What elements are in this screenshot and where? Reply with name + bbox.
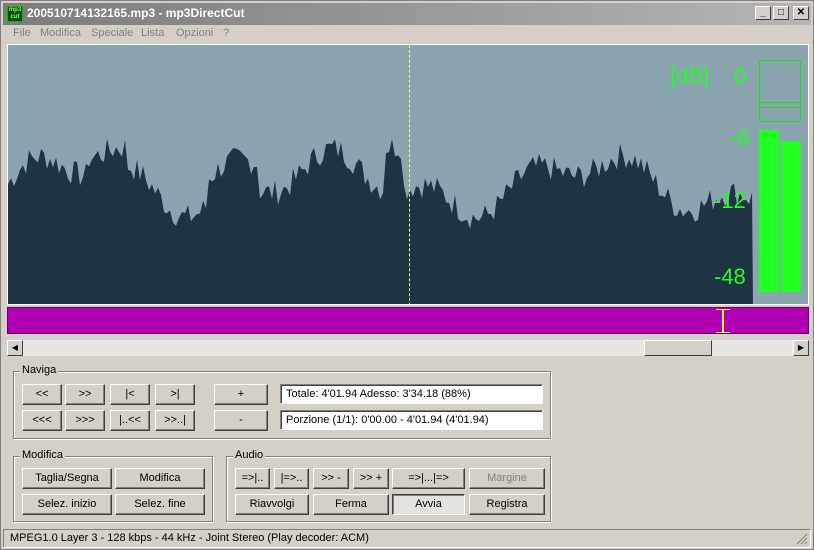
- record-button[interactable]: Registra: [469, 494, 545, 515]
- db-unit-label: [dB]: [670, 63, 710, 88]
- close-button[interactable]: ✕: [793, 6, 809, 20]
- status-text: MPEG1.0 Layer 3 - 128 kbps - 44 kHz - Jo…: [10, 532, 369, 544]
- nav-forward-button[interactable]: >>: [65, 384, 105, 405]
- nav-end-button[interactable]: >|: [155, 384, 195, 405]
- scroll-left-icon[interactable]: ◀: [7, 340, 23, 356]
- menu-bar: File Modifica Speciale Lista Opzioni ?: [3, 25, 811, 43]
- peak-box: [759, 60, 801, 108]
- level-meter-right: [781, 141, 801, 292]
- portion-field: Porzione (1/1): 0'00.00 - 4'01.94 (4'01.…: [280, 410, 543, 430]
- status-bar: MPEG1.0 Layer 3 - 128 kbps - 44 kHz - Jo…: [3, 529, 811, 548]
- scroll-right-icon[interactable]: ▶: [793, 340, 809, 356]
- zoom-out-button[interactable]: -: [214, 410, 268, 431]
- audio-group: Audio =>|.. |=>.. >> - >> + =>|...|=> Ma…: [226, 449, 551, 522]
- menu-file[interactable]: File: [13, 27, 31, 39]
- minimize-button[interactable]: _: [755, 6, 771, 20]
- speed-down-button[interactable]: >> -: [313, 468, 349, 489]
- cut-button[interactable]: Taglia/Segna: [22, 468, 112, 489]
- modifica-label: Modifica: [20, 449, 65, 461]
- app-icon: mp3 cut: [7, 6, 23, 22]
- selection-marker[interactable]: [716, 309, 730, 333]
- play-selection-button[interactable]: =>|...|=>: [392, 468, 465, 489]
- stop-button[interactable]: Ferma: [313, 494, 389, 515]
- waveform-shape: [8, 138, 753, 304]
- nav-start-button[interactable]: |<: [110, 384, 150, 405]
- db-12-label: -12: [714, 188, 746, 213]
- level-meter-left: [759, 130, 779, 292]
- audio-label: Audio: [233, 449, 266, 461]
- maximize-button[interactable]: □: [773, 6, 789, 20]
- db-48-label: -48: [714, 264, 746, 289]
- menu-speciale[interactable]: Speciale: [91, 27, 133, 39]
- select-start-button[interactable]: Selez. inizio: [22, 494, 112, 515]
- title-bar[interactable]: mp3 cut 200510714132165.mp3 - mp3DirectC…: [3, 3, 811, 25]
- db-6-label: -6: [730, 125, 750, 150]
- zoom-in-button[interactable]: +: [214, 384, 268, 405]
- play-to-cut-button[interactable]: |=>..: [274, 468, 309, 489]
- rewind-button[interactable]: Riavvolgi: [235, 494, 309, 515]
- select-end-button[interactable]: Selez. fine: [115, 494, 205, 515]
- scroll-thumb[interactable]: [644, 340, 712, 356]
- selection-bar[interactable]: [7, 307, 809, 334]
- margin-button[interactable]: Margine: [469, 468, 545, 489]
- menu-modifica[interactable]: Modifica: [40, 27, 81, 39]
- main-window: mp3 cut 200510714132165.mp3 - mp3DirectC…: [0, 0, 814, 550]
- horizontal-scrollbar[interactable]: ◀ ▶: [7, 340, 809, 356]
- modifica-group: Modifica Taglia/Segna Modifica Selez. in…: [13, 449, 213, 522]
- naviga-label: Naviga: [20, 364, 59, 376]
- db-0-label: 0: [734, 63, 747, 88]
- nav-sel-start-button[interactable]: |..<<: [110, 410, 150, 431]
- total-time-field: Totale: 4'01.94 Adesso: 3'34.18 (88%): [280, 384, 543, 404]
- resize-grip-icon[interactable]: [796, 533, 808, 545]
- menu-opzioni[interactable]: Opzioni: [176, 27, 213, 39]
- edit-button[interactable]: Modifica: [115, 468, 205, 489]
- play-button[interactable]: Avvia: [392, 494, 465, 515]
- speed-up-button[interactable]: >> +: [353, 468, 389, 489]
- playback-cursor: [409, 45, 410, 304]
- nav-fast-forward-button[interactable]: >>>: [65, 410, 105, 431]
- menu-help[interactable]: ?: [223, 27, 229, 39]
- peak-box-lower: [759, 102, 801, 122]
- nav-sel-end-button[interactable]: >>..|: [155, 410, 195, 431]
- window-title: 200510714132165.mp3 - mp3DirectCut: [27, 6, 245, 20]
- nav-back-button[interactable]: <<: [22, 384, 62, 405]
- nav-fast-back-button[interactable]: <<<: [22, 410, 62, 431]
- waveform-display[interactable]: [dB] 0 -6 -12 -48: [7, 44, 809, 305]
- menu-lista[interactable]: Lista: [141, 27, 164, 39]
- naviga-group: Naviga << >> |< >| <<< >>> |..<< >>..| +…: [13, 364, 551, 439]
- play-from-cut-button[interactable]: =>|..: [235, 468, 270, 489]
